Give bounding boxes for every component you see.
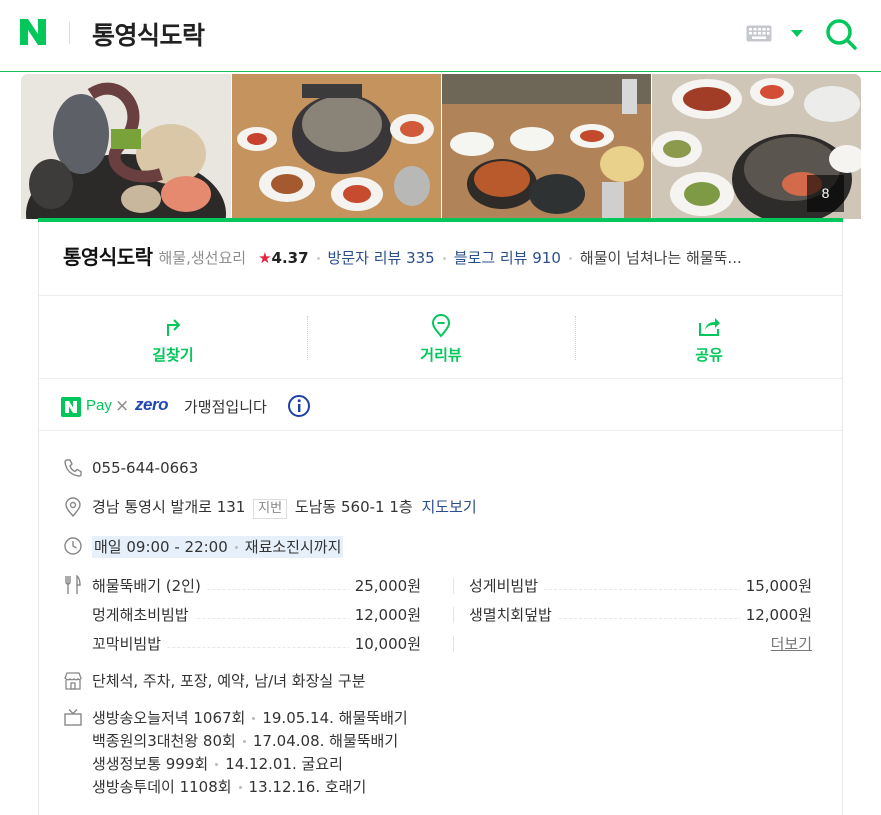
separator-dot (316, 257, 320, 260)
place-summary: 통영식도락 해물,생선요리 ★4.37 방문자 리뷰 335 블로그 리뷰 910 해물이… (39, 222, 842, 296)
tv-appearance: 생방송오늘저녁 1067회 19.05.14. 해물뚝배기 (92, 707, 408, 730)
tv-show: 백종원의3대천왕 80회 (92, 732, 236, 750)
phone-number[interactable]: 055-644-0663 (92, 458, 198, 478)
jibun-address: 도남동 560-1 1층 (294, 498, 413, 516)
header-title: 통영식도락 (92, 21, 205, 50)
photo-1[interactable] (21, 74, 231, 219)
separator-dot (238, 786, 242, 789)
tv-appearance: 생방송투데이 1108회 13.12.16. 호래기 (92, 776, 408, 799)
separator-dot (242, 740, 246, 743)
place-card: 통영식도락 해물,생선요리 ★4.37 방문자 리뷰 335 블로그 리뷰 910 해물이… (38, 222, 843, 815)
photo-2[interactable] (232, 74, 441, 219)
place-name: 통영식도락 (63, 245, 153, 269)
fork-knife-icon (65, 575, 81, 594)
directions-icon (167, 319, 181, 336)
share-icon (699, 318, 720, 336)
info-icon[interactable] (287, 394, 311, 418)
tv-show: 생방송투데이 1108회 (92, 778, 232, 796)
menu-item-price: 12,000원 (348, 604, 421, 626)
menu-divider (453, 636, 454, 652)
top-header: 통영식도락 (0, 0, 881, 72)
rating-value: 4.37 (271, 249, 309, 267)
jibun-tag: 지번 (253, 499, 288, 519)
store-icon (64, 672, 82, 690)
tv-icon (64, 709, 82, 726)
menu-item-price: 15,000원 (739, 575, 812, 597)
tv-appearance: 백종원의3대천왕 80회 17.04.08. 해물뚝배기 (92, 730, 408, 753)
npay-label: Pay (86, 397, 112, 414)
menu-item-name: 꼬막비빔밥 (92, 633, 168, 655)
place-category: 해물,생선요리 (158, 249, 247, 267)
tv-info: 13.12.16. 호래기 (248, 778, 367, 796)
share-button[interactable]: 공유 (575, 296, 843, 379)
search-icon[interactable] (824, 17, 858, 51)
header-divider (69, 22, 70, 44)
caret-down-icon[interactable] (790, 29, 804, 38)
naver-logo[interactable] (18, 17, 48, 47)
menu-divider (453, 578, 454, 594)
npay-times: × (115, 396, 130, 416)
npay-banner: Pay × zero 가맹점입니다 (39, 379, 842, 431)
menu-item-name: 해물뚝배기 (2인) (92, 575, 207, 597)
street-view-button[interactable]: 거리뷰 (307, 296, 575, 379)
visitor-review-link[interactable]: 방문자 리뷰 335 (328, 249, 435, 267)
directions-label: 길찾기 (152, 346, 194, 364)
tv-info: 14.12.01. 굴요리 (225, 755, 343, 773)
menu-item-name: 성게비빔밥 (469, 575, 545, 597)
zero-pay-label: zero (135, 395, 168, 414)
blog-review-link[interactable]: 블로그 리뷰 910 (454, 249, 561, 267)
directions-button[interactable]: 길찾기 (39, 296, 307, 379)
photo-strip[interactable] (21, 74, 861, 219)
npay-logo-icon (61, 397, 81, 417)
hours-note: 재료소진시까지 (244, 538, 342, 556)
street-view-icon (431, 314, 451, 338)
tv-info: 19.05.14. 해물뚝배기 (262, 709, 408, 727)
separator-dot (215, 763, 219, 766)
map-link[interactable]: 지도보기 (421, 498, 476, 516)
separator-dot (568, 257, 572, 260)
place-description[interactable]: 해물이 넘쳐나는 해물뚝... (580, 249, 742, 267)
menu-item: 성게비빔밥 15,000원 (469, 575, 812, 597)
tv-show: 생방송오늘저녁 1067회 (92, 709, 246, 727)
separator-dot (442, 257, 446, 260)
road-address: 경남 통영시 발개로 131 (92, 498, 246, 516)
star-icon: ★ (258, 249, 272, 267)
menu-item-name: 생멸치회덮밥 (469, 604, 558, 626)
keyboard-icon[interactable] (746, 25, 772, 42)
member-store-text: 가맹점입니다 (184, 398, 267, 416)
menu-item-price: 12,000원 (739, 604, 812, 626)
phone-icon (64, 459, 82, 477)
menu-item: 생멸치회덮밥 12,000원 (469, 604, 812, 626)
facilities-text: 단체석, 주차, 포장, 예약, 남/녀 화장실 구분 (92, 672, 366, 690)
tv-show: 생생정보통 999회 (92, 755, 209, 773)
tv-appearance-list: 생방송오늘저녁 1067회 19.05.14. 해물뚝배기 백종원의3대천왕 80… (92, 707, 408, 799)
photo-count-badge[interactable]: 8 (807, 175, 844, 212)
action-bar: 길찾기 거리뷰 공유 (39, 296, 842, 379)
menu-item-price: 10,000원 (348, 633, 421, 655)
menu-more-link[interactable]: 더보기 (771, 633, 812, 655)
menu-item: 멍게해초비빔밥 12,000원 (92, 604, 421, 626)
photo-3[interactable] (442, 74, 651, 219)
menu-divider (453, 607, 454, 623)
separator-dot (234, 546, 238, 549)
location-pin-icon (65, 497, 81, 517)
menu-item: 꼬막비빔밥 10,000원 (92, 633, 421, 655)
menu-item-price: 25,000원 (348, 575, 421, 597)
street-view-label: 거리뷰 (420, 346, 462, 364)
menu-item: 해물뚝배기 (2인) 25,000원 (92, 575, 421, 597)
separator-dot (252, 717, 256, 720)
tv-info: 17.04.08. 해물뚝배기 (252, 732, 399, 750)
menu-item-name: 멍게해초비빔밥 (92, 604, 195, 626)
tv-appearance: 생생정보통 999회 14.12.01. 굴요리 (92, 753, 408, 776)
share-label: 공유 (695, 346, 723, 364)
clock-icon (64, 537, 82, 555)
business-hours: 매일 09:00 - 22:00 (94, 538, 228, 556)
